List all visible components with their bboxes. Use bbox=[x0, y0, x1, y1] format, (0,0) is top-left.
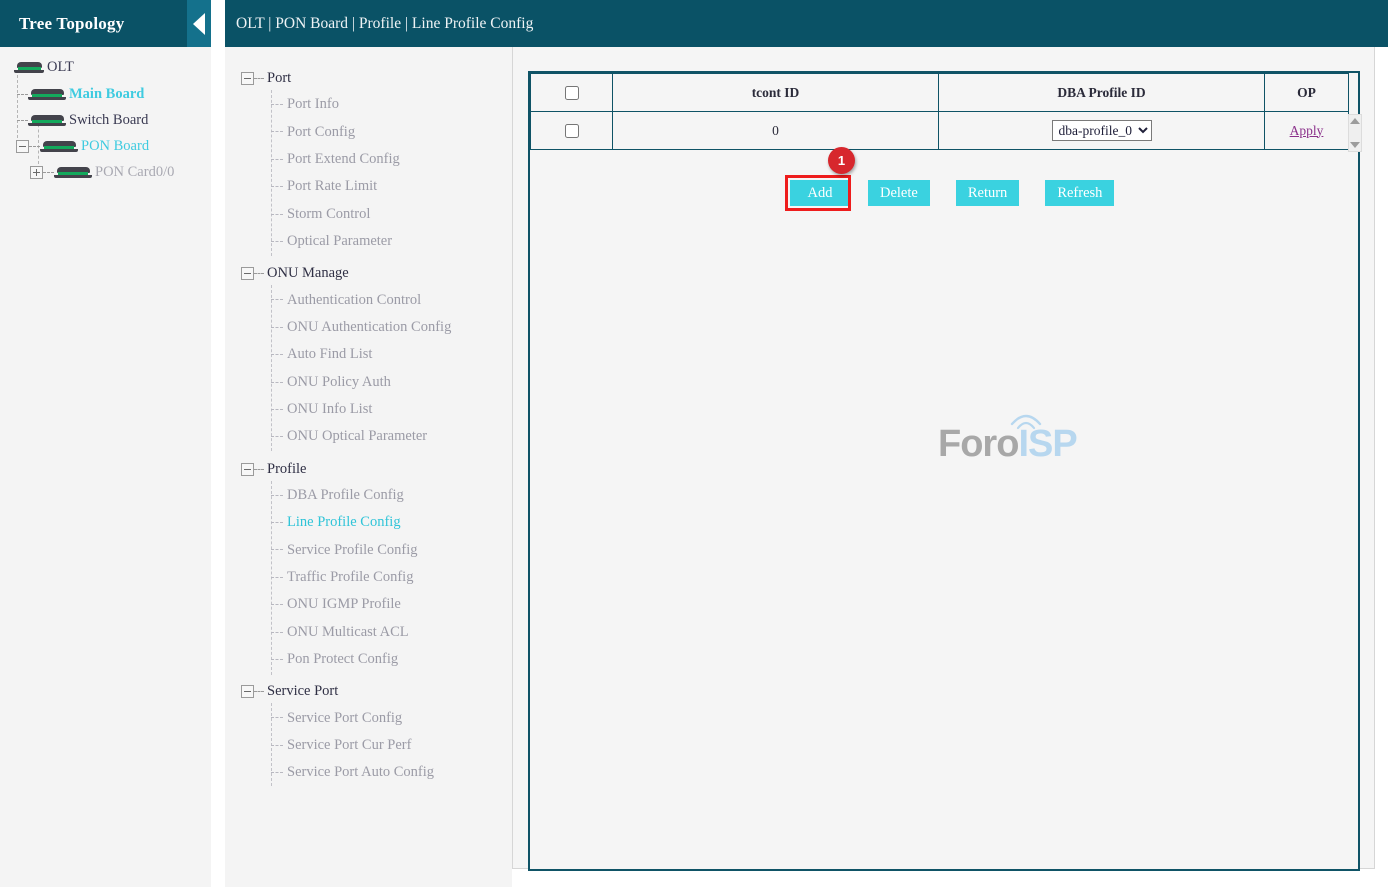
tree-node-switch-board[interactable]: Switch Board bbox=[0, 107, 211, 133]
tree-node-label: PON Card0/0 bbox=[95, 165, 174, 180]
caret-up-icon[interactable] bbox=[1350, 118, 1360, 124]
cell-dba-profile-id: dba-profile_0 bbox=[939, 112, 1265, 150]
sidebar-collapse-button[interactable] bbox=[187, 0, 211, 47]
tree-node-label: PON Board bbox=[81, 139, 149, 154]
row-select-cell bbox=[531, 112, 613, 150]
device-board-icon bbox=[28, 89, 66, 100]
tree-node-label: OLT bbox=[47, 60, 74, 75]
delete-button[interactable]: Delete bbox=[868, 180, 930, 206]
row-checkbox[interactable] bbox=[565, 124, 579, 138]
tree-node-olt[interactable]: OLT bbox=[0, 54, 211, 80]
tree-expander-plus-icon[interactable] bbox=[30, 166, 43, 179]
tree-topology-body: OLT Main Board Switch Board bbox=[0, 47, 211, 185]
tree-topology-header: Tree Topology bbox=[0, 0, 211, 47]
left-triangle-icon bbox=[193, 13, 205, 35]
tree-branch-line bbox=[29, 146, 40, 147]
return-button[interactable]: Return bbox=[956, 180, 1019, 206]
dba-profile-select[interactable]: dba-profile_0 bbox=[1052, 120, 1152, 141]
table-row: 0 dba-profile_0 Apply bbox=[531, 112, 1349, 150]
cell-op: Apply bbox=[1265, 112, 1349, 150]
tree-node-pon-card[interactable]: PON Card0/0 bbox=[0, 159, 211, 185]
table-header-tcont-id: tcont ID bbox=[613, 74, 939, 112]
row-scrollbar[interactable] bbox=[1348, 114, 1362, 152]
caret-down-icon[interactable] bbox=[1350, 142, 1360, 148]
tree-node-pon-board[interactable]: PON Board bbox=[0, 133, 211, 159]
main-content: OLT | PON Board | Profile | Line Profile… bbox=[225, 0, 1388, 895]
apply-link[interactable]: Apply bbox=[1290, 123, 1324, 138]
table-header-row: tcont ID DBA Profile ID OP bbox=[531, 74, 1349, 112]
add-button[interactable]: Add bbox=[790, 180, 850, 206]
step-badge-1: 1 bbox=[828, 147, 855, 174]
tree-branch-line bbox=[17, 120, 28, 121]
olt-management-page: Tree Topology OLT Main B bbox=[0, 0, 1388, 895]
cell-tcont-id: 0 bbox=[613, 112, 939, 150]
tree-node-main-board[interactable]: Main Board bbox=[0, 81, 211, 107]
tree-expander-minus-icon[interactable] bbox=[16, 140, 29, 153]
content-panel: tcont ID DBA Profile ID OP 0 bbox=[512, 47, 1375, 869]
action-button-row: Add 1 Delete Return Refresh bbox=[790, 180, 1114, 206]
tree-branch-line bbox=[17, 94, 28, 95]
table-header-select-all bbox=[531, 74, 613, 112]
select-all-checkbox[interactable] bbox=[565, 86, 579, 100]
device-board-icon bbox=[40, 141, 78, 152]
tree-topology-title: Tree Topology bbox=[0, 14, 124, 34]
table-header-op: OP bbox=[1265, 74, 1349, 112]
device-card-icon bbox=[54, 167, 92, 178]
tree-node-label: Main Board bbox=[69, 87, 144, 102]
watermark-text-foro: Foro bbox=[938, 423, 1018, 465]
breadcrumb: OLT | PON Board | Profile | Line Profile… bbox=[225, 15, 533, 33]
device-board-icon bbox=[28, 115, 66, 126]
device-olt-icon bbox=[14, 62, 44, 73]
tree-node-label: Switch Board bbox=[69, 113, 148, 128]
refresh-button[interactable]: Refresh bbox=[1045, 180, 1114, 206]
table-header-dba-profile-id: DBA Profile ID bbox=[939, 74, 1265, 112]
tcont-table-frame: tcont ID DBA Profile ID OP 0 bbox=[528, 71, 1360, 871]
breadcrumb-bar: OLT | PON Board | Profile | Line Profile… bbox=[225, 0, 1388, 47]
tree-topology-panel: Tree Topology OLT Main B bbox=[0, 0, 211, 887]
wifi-antenna-icon bbox=[1008, 410, 1044, 434]
tree-branch-line bbox=[43, 172, 54, 173]
add-button-wrapper: Add 1 bbox=[790, 180, 850, 206]
tcont-table: tcont ID DBA Profile ID OP 0 bbox=[530, 73, 1349, 150]
